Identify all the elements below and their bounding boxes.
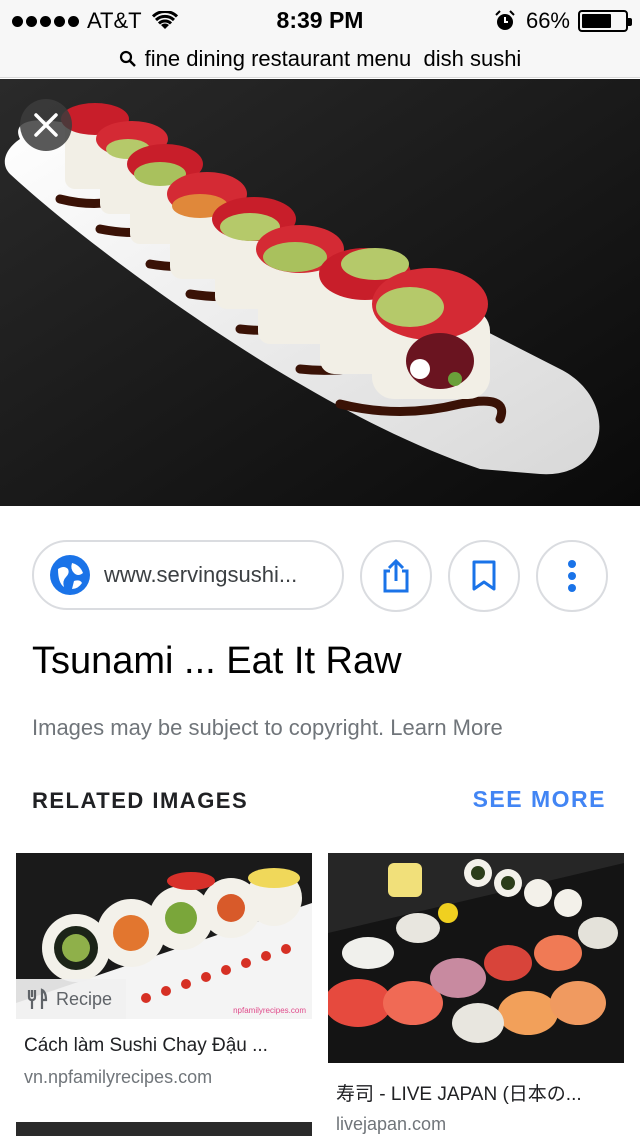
recipe-badge: Recipe bbox=[16, 979, 126, 1019]
related-card-source: livejapan.com bbox=[336, 1114, 447, 1134]
action-row: www.servingsushi... bbox=[32, 540, 608, 612]
related-card-title: 寿司 - LIVE JAPAN (日本の... bbox=[336, 1084, 582, 1105]
battery-percent: 66% bbox=[525, 8, 570, 33]
fork-knife-icon bbox=[27, 988, 48, 1009]
globe-icon bbox=[50, 555, 90, 595]
share-icon bbox=[383, 559, 409, 593]
battery-icon bbox=[578, 10, 632, 32]
close-button[interactable] bbox=[20, 99, 72, 151]
visit-site-button[interactable]: www.servingsushi... bbox=[32, 540, 344, 610]
related-thumbnail bbox=[328, 853, 624, 1063]
alarm-icon bbox=[495, 10, 515, 30]
related-card[interactable]: 寿司 - LIVE JAPAN (日本の... livejapan.com bbox=[328, 853, 624, 1136]
save-button[interactable] bbox=[448, 540, 520, 612]
related-card-next-thumbnail[interactable] bbox=[16, 1122, 312, 1136]
status-right-group: 66% bbox=[494, 8, 632, 34]
site-url: www.servingsushi... bbox=[104, 562, 298, 587]
image-watermark: npfamilyrecipes.com bbox=[233, 1006, 306, 1015]
hero-image[interactable] bbox=[0, 79, 640, 506]
related-images-heading: RELATED IMAGES bbox=[32, 788, 249, 813]
search-bar[interactable]: fine dining restaurant menu dish sushi bbox=[0, 40, 640, 78]
related-card-title: Cách làm Sushi Chay Đậu ... bbox=[24, 1035, 268, 1056]
status-bar: AT&T 8:39 PM 66% bbox=[0, 0, 640, 40]
related-card-source: vn.npfamilyrecipes.com bbox=[24, 1067, 213, 1087]
copyright-notice[interactable]: Images may be subject to copyright. Lear… bbox=[32, 715, 503, 741]
share-button[interactable] bbox=[360, 540, 432, 612]
see-more-link[interactable]: SEE MORE bbox=[473, 786, 606, 813]
more-vert-icon bbox=[568, 560, 576, 592]
search-query[interactable]: fine dining restaurant menu dish sushi bbox=[145, 46, 522, 72]
more-options-button[interactable] bbox=[536, 540, 608, 612]
related-thumbnail: Recipe npfamilyrecipes.com bbox=[16, 853, 312, 1019]
recipe-badge-label: Recipe bbox=[56, 988, 113, 1009]
close-icon bbox=[34, 113, 58, 137]
related-card[interactable]: Recipe npfamilyrecipes.com Cách làm Sush… bbox=[16, 853, 312, 1093]
bookmark-icon bbox=[472, 560, 496, 591]
result-title[interactable]: Tsunami ... Eat It Raw bbox=[32, 640, 402, 683]
search-icon bbox=[119, 50, 136, 67]
